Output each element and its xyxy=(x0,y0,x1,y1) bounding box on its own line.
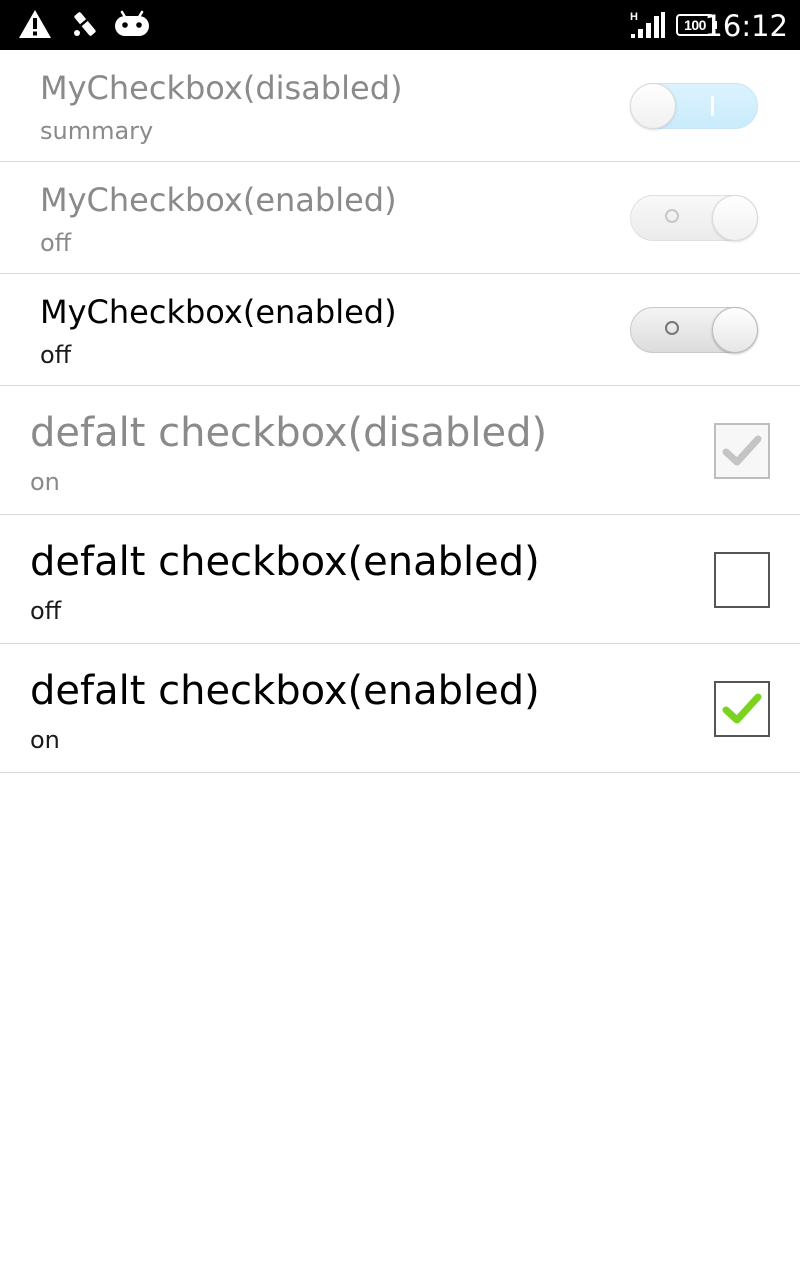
pref-summary: off xyxy=(30,597,62,625)
checkbox-checked-disabled[interactable] xyxy=(714,423,770,479)
warning-icon xyxy=(18,9,52,39)
checkbox-unchecked[interactable] xyxy=(714,552,770,608)
checkbox-checked[interactable] xyxy=(714,681,770,737)
pref-title: defalt checkbox(enabled) xyxy=(30,539,540,585)
pref-summary: off xyxy=(40,229,72,257)
pref-default-checkbox-enabled-1[interactable]: defalt checkbox(enabled) off xyxy=(0,515,800,644)
pref-title: MyCheckbox(disabled) xyxy=(40,69,403,107)
svg-text:H: H xyxy=(630,11,638,23)
signal-icon: H xyxy=(628,10,666,40)
toggle-switch-on[interactable] xyxy=(630,83,758,129)
pref-summary: on xyxy=(30,468,60,496)
checkmark-icon xyxy=(722,435,762,466)
toggle-switch-off[interactable] xyxy=(630,307,758,353)
pref-mycheckbox-enabled-2[interactable]: MyCheckbox(enabled) off xyxy=(0,274,800,386)
status-bar: H 100 16:12 xyxy=(0,0,800,50)
pref-summary: off xyxy=(40,341,72,369)
pref-title: defalt checkbox(disabled) xyxy=(30,410,548,456)
switch-knob xyxy=(630,83,676,129)
toggle-switch-off[interactable] xyxy=(630,195,758,241)
pref-mycheckbox-enabled-1[interactable]: MyCheckbox(enabled) off xyxy=(0,162,800,274)
switch-knob xyxy=(712,307,758,353)
pref-summary: on xyxy=(30,726,60,754)
pref-default-checkbox-enabled-2[interactable]: defalt checkbox(enabled) on xyxy=(0,644,800,773)
pref-mycheckbox-disabled[interactable]: MyCheckbox(disabled) summary xyxy=(0,50,800,162)
pref-title: MyCheckbox(enabled) xyxy=(40,293,397,331)
clock: 16:12 xyxy=(704,9,788,43)
switch-off-indicator xyxy=(665,209,679,223)
preference-list: MyCheckbox(disabled) summary MyCheckbox(… xyxy=(0,50,800,773)
switch-knob xyxy=(712,195,758,241)
android-icon xyxy=(113,10,151,38)
checkmark-icon xyxy=(722,693,762,724)
switch-on-indicator xyxy=(711,96,714,116)
switch-off-indicator xyxy=(665,321,679,335)
pref-title: defalt checkbox(enabled) xyxy=(30,668,540,714)
tool-icon xyxy=(70,9,100,39)
pref-title: MyCheckbox(enabled) xyxy=(40,181,397,219)
pref-default-checkbox-disabled[interactable]: defalt checkbox(disabled) on xyxy=(0,386,800,515)
pref-summary: summary xyxy=(40,117,154,145)
